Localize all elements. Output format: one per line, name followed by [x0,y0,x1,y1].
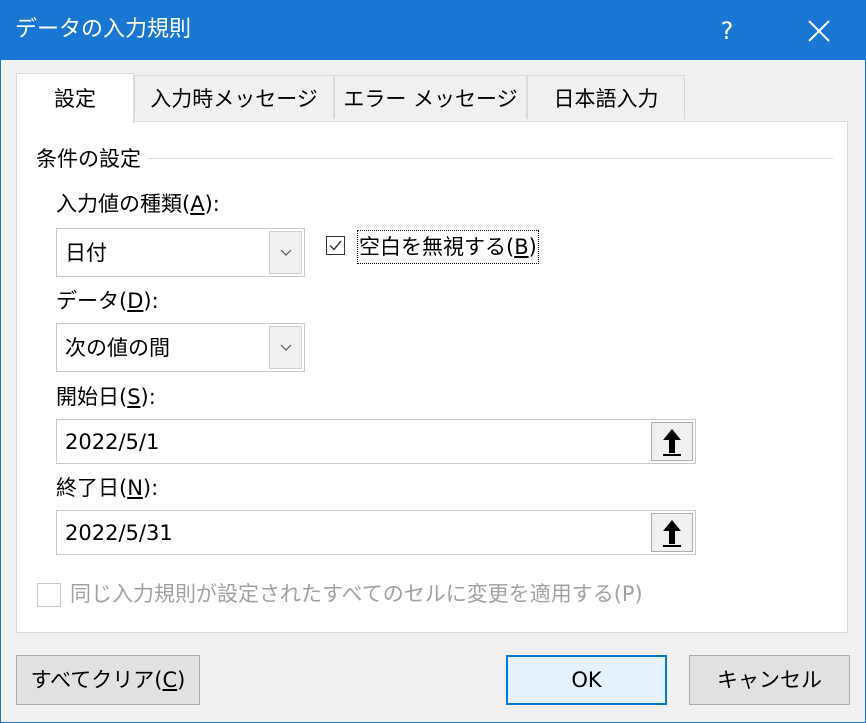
start-date-value: 2022/5/1 [65,430,160,454]
data-label: データ(D): [56,289,159,313]
end-date-value: 2022/5/31 [65,521,173,545]
apply-all-checkbox[interactable] [37,583,61,607]
validation-criteria-title: 条件の設定 [36,144,147,174]
data-select[interactable]: 次の値の間 [56,323,305,372]
ok-button[interactable]: OK [506,655,667,705]
end-date-input[interactable]: 2022/5/31 [56,510,696,555]
allow-select-value: 日付 [65,241,107,265]
window-title: データの入力規則 [15,17,192,42]
arrow-up-icon [663,520,681,547]
ignore-blank-checkbox[interactable] [326,236,345,255]
start-date-label: 開始日(S): [56,385,156,409]
checkmark-icon [329,240,342,251]
end-date-label: 終了日(N): [56,476,159,500]
chevron-down-icon [280,249,292,256]
allow-select[interactable]: 日付 [56,228,305,277]
close-button[interactable] [789,5,849,57]
start-date-input[interactable]: 2022/5/1 [56,419,696,464]
title-bar[interactable]: データの入力規則 ? [1,1,865,60]
allow-label: 入力値の種類(A): [56,192,220,216]
tab-settings[interactable]: 設定 [16,73,134,123]
tab-input-message[interactable]: 入力時メッセージ [134,75,334,119]
chevron-down-icon [280,344,292,351]
cancel-button[interactable]: キャンセル [689,655,850,705]
ignore-blank-label[interactable]: 空白を無視する(B) [357,230,539,264]
allow-dropdown-button[interactable] [269,231,302,274]
end-date-ref-button[interactable] [651,513,693,552]
clear-all-button[interactable]: すべてクリア(C) [16,655,200,705]
data-select-value: 次の値の間 [65,336,170,360]
start-date-ref-button[interactable] [651,422,693,461]
group-divider [36,158,833,159]
tab-ime-mode[interactable]: 日本語入力 [527,75,685,119]
help-button[interactable]: ? [697,5,757,57]
data-dropdown-button[interactable] [269,326,302,369]
data-validation-dialog: データの入力規則 ? 設定 入力時メッセージ エラー メッセージ 日本語入力 条… [0,0,866,723]
arrow-up-icon [663,429,681,456]
close-icon [808,20,830,42]
apply-all-label: 同じ入力規則が設定されたすべてのセルに変更を適用する(P) [70,582,643,606]
tab-error-alert[interactable]: エラー メッセージ [334,75,527,119]
